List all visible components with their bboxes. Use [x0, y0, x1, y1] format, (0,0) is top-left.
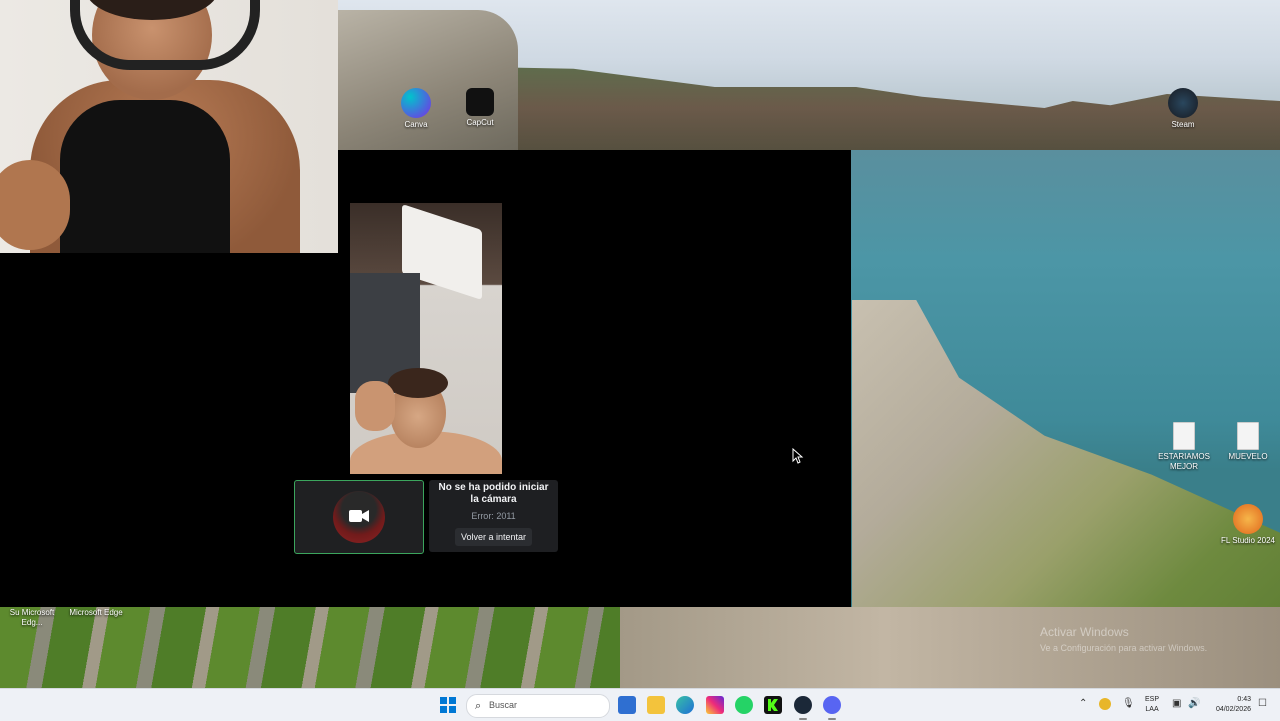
desktop-icon-estariamos[interactable]: ESTARIAMOS MEJOR: [1156, 422, 1212, 472]
microphone-icon[interactable]: 🎙: [1122, 698, 1135, 709]
call-window-left-area: [0, 253, 338, 607]
edge-icon[interactable]: [676, 696, 694, 714]
participant-video-tile[interactable]: [350, 203, 502, 474]
taskbar: ⌕ Buscar ⌃ 🎙 ESP LAA ▣ 🔊 0:43 04/02/2026…: [0, 688, 1280, 721]
desktop-icon-edge[interactable]: Microsoft Edge: [68, 608, 124, 618]
network-icon[interactable]: ▣: [1172, 698, 1181, 709]
desktop-icon-label: MUEVELO: [1228, 452, 1268, 461]
camera-error-title: No se ha podido iniciar la cámara: [438, 482, 549, 505]
search-placeholder: Buscar: [489, 700, 518, 710]
desktop-icon-label: ESTARIAMOS MEJOR: [1158, 452, 1210, 471]
document-icon: [1237, 422, 1259, 450]
webcam-person-shirt: [60, 100, 230, 253]
self-camera-tile[interactable]: [294, 480, 424, 554]
desktop-icon-label: FL Studio 2024: [1221, 536, 1275, 545]
tray-app-icon[interactable]: [1099, 698, 1111, 710]
canva-icon: [401, 88, 431, 118]
webcam-person-arm: [0, 160, 70, 250]
desktop-icon-capcut[interactable]: CapCut: [452, 88, 508, 128]
clock-time: 0:43: [1237, 696, 1251, 703]
notifications-icon[interactable]: ☐: [1258, 698, 1267, 709]
clock-date: 04/02/2026: [1215, 706, 1251, 713]
video-person-hand: [355, 381, 395, 431]
desktop-icon-label: Microsoft Edge: [69, 608, 123, 617]
language-line1: ESP: [1145, 696, 1160, 703]
desktop-icon-su-edge[interactable]: Su Microsoft Edg...: [4, 608, 60, 628]
desktop-icon-canva[interactable]: Canva: [388, 88, 444, 130]
capcut-icon: [466, 88, 494, 116]
retry-button[interactable]: Volver a intentar: [454, 528, 533, 546]
desktop-icon-steam[interactable]: Steam: [1155, 88, 1211, 130]
document-icon: [1173, 422, 1195, 450]
desktop-icon-label: CapCut: [466, 118, 494, 127]
steam-icon[interactable]: [794, 696, 812, 720]
desktop-icon-label: Canva: [404, 120, 428, 129]
flstudio-icon: [1233, 504, 1263, 534]
steam-icon: [1168, 88, 1198, 118]
watermark-title: Activar Windows: [1040, 625, 1129, 639]
mouse-cursor-icon: [792, 448, 804, 464]
instagram-icon[interactable]: [706, 696, 724, 714]
discord-icon[interactable]: [823, 696, 841, 720]
watermark-subtitle: Ve a Configuración para activar Windows.: [1040, 643, 1208, 653]
taskbar-clock[interactable]: 0:43 04/02/2026: [1205, 695, 1251, 715]
kick-icon[interactable]: [764, 696, 782, 714]
video-camera-icon: [349, 510, 369, 522]
desktop-icon-muevelo[interactable]: MUEVELO: [1220, 422, 1276, 462]
video-person-hair: [388, 368, 448, 398]
camera-error-card: No se ha podido iniciar la cámara Error:…: [429, 480, 558, 552]
desktop-icon-flstudio[interactable]: FL Studio 2024: [1220, 504, 1276, 546]
windows-store-icon[interactable]: [618, 696, 636, 714]
desktop-icon-label: Steam: [1171, 120, 1195, 129]
kick-logo: [768, 699, 778, 711]
file-explorer-icon[interactable]: [647, 696, 665, 714]
activate-windows-watermark: Activar Windows Ve a Configuración para …: [1040, 625, 1207, 653]
search-icon: ⌕: [475, 700, 482, 712]
whatsapp-icon[interactable]: [735, 696, 753, 714]
volume-icon[interactable]: 🔊: [1188, 698, 1200, 709]
taskbar-search[interactable]: ⌕ Buscar: [466, 694, 610, 718]
headset-icon: [70, 0, 260, 70]
language-indicator[interactable]: ESP LAA: [1145, 695, 1159, 715]
start-button[interactable]: [440, 697, 456, 713]
language-line2: LAA: [1145, 706, 1159, 713]
camera-error-code: Error: 2011: [471, 511, 516, 521]
webcam-overlay: [0, 0, 338, 253]
desktop-icon-label: Su Microsoft Edg...: [9, 608, 55, 627]
chevron-up-icon[interactable]: ⌃: [1079, 698, 1087, 709]
